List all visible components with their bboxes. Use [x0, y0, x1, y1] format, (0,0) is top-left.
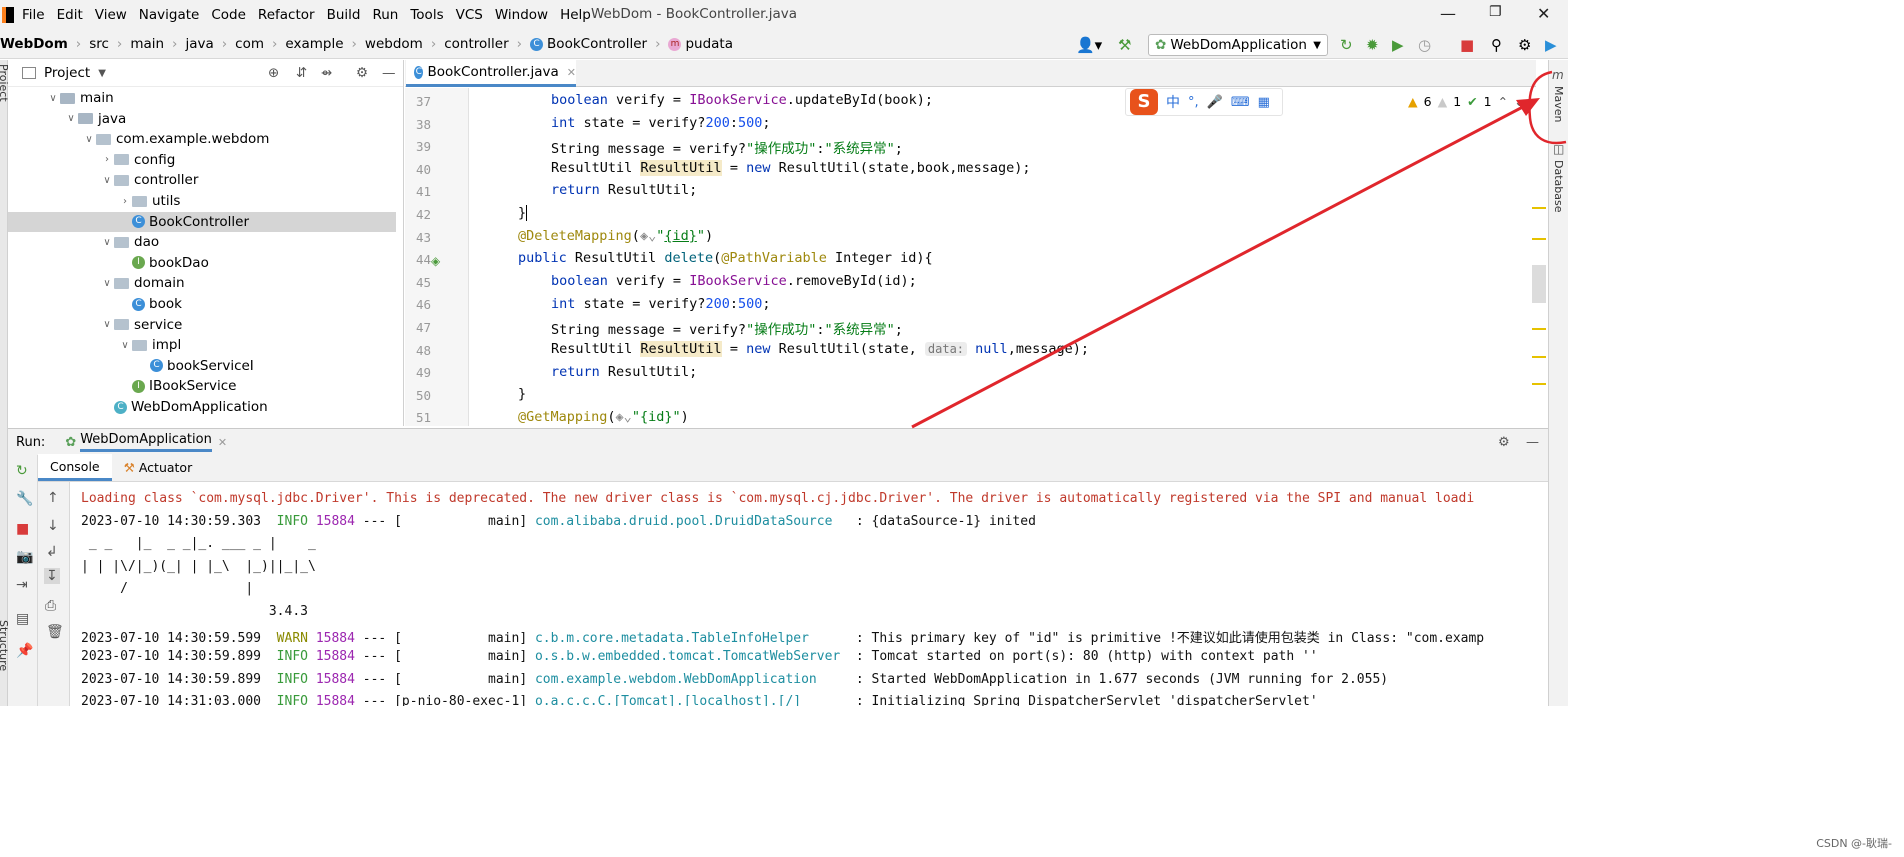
csdn-watermark: CSDN @-耿瑞- — [1816, 837, 1892, 850]
annotation-arrow — [911, 70, 1567, 429]
